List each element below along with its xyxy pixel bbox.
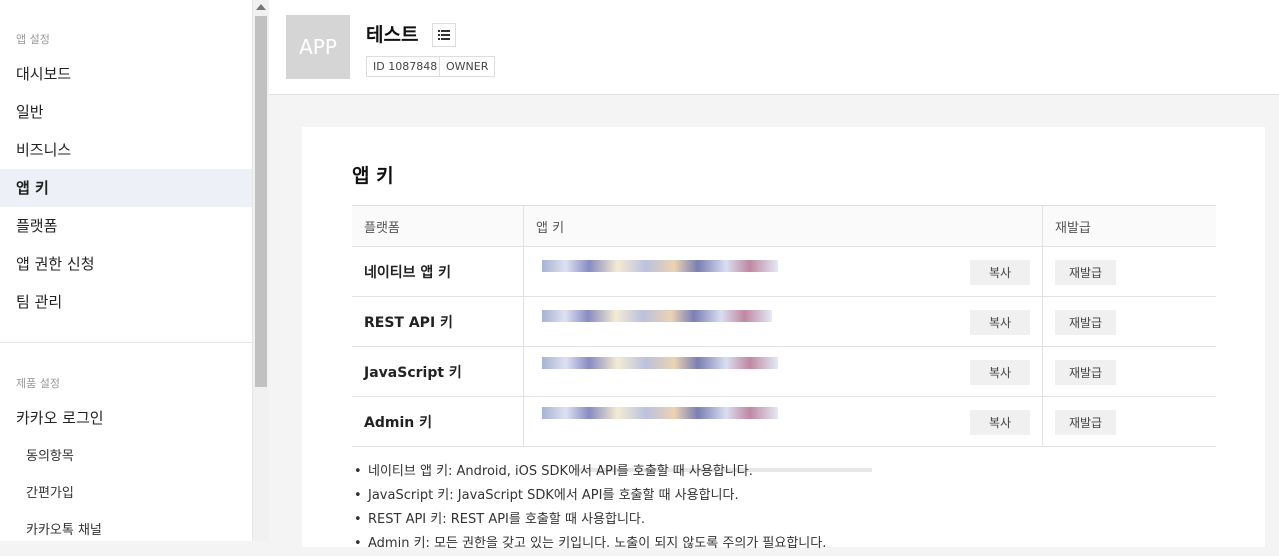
sidebar-subitem-consent[interactable]: 동의항목 [0,438,252,475]
role-badge: OWNER [439,56,496,77]
key-usage-notes: 네이티브 앱 키: Android, iOS SDK에서 API를 호출할 때 … [354,460,826,556]
redacted-key [542,407,778,419]
sidebar-scrollbar[interactable] [253,0,269,541]
sidebar-item-app-keys[interactable]: 앱 키 [0,169,252,207]
app-id-badge: ID 1087848 [366,56,445,77]
sidebar-item-platform[interactable]: 플랫폼 [0,207,252,245]
copy-button[interactable]: 복사 [970,410,1030,435]
app-key-cell [524,297,1043,346]
sidebar-item-dashboard[interactable]: 대시보드 [0,55,252,93]
app-header: APP 테스트 ID 1087848 OWNER [269,0,1279,95]
sidebar-item-business[interactable]: 비즈니스 [0,131,252,169]
reissue-button[interactable]: 재발급 [1055,410,1116,435]
column-header-reissue: 재발급 [1055,220,1091,236]
sidebar-subitem-kakaotalk-channel[interactable]: 카카오톡 채널 [0,512,252,541]
column-header-app-key: 앱 키 [524,206,1043,246]
app-thumbnail: APP [286,15,350,79]
sidebar-subitem-easy-signup[interactable]: 간편가입 [0,475,252,512]
note-rest-api-key: REST API 키: REST API를 호출할 때 사용합니다. [354,508,826,532]
note-admin-key: Admin 키: 모든 권한을 갖고 있는 키입니다. 노출이 되지 않도록 주… [354,532,826,556]
redacted-key [542,357,778,369]
app-keys-table: 플랫폼 앱 키 재발급 네이티브 앱 키 복사 재발급 REST API 키 복… [352,205,1216,472]
app-key-cell [524,347,1043,396]
table-row: Admin 키 복사 재발급 [352,397,1216,447]
note-native-key: 네이티브 앱 키: Android, iOS SDK에서 API를 호출할 때 … [354,460,826,484]
reissue-button[interactable]: 재발급 [1055,260,1116,285]
note-javascript-key: JavaScript 키: JavaScript SDK에서 API를 호출할 … [354,484,826,508]
page-title: 앱 키 [352,165,394,187]
app-keys-card: 앱 키 플랫폼 앱 키 재발급 네이티브 앱 키 복사 재발급 REST API… [302,127,1265,556]
reissue-button[interactable]: 재발급 [1055,310,1116,335]
table-row: JavaScript 키 복사 재발급 [352,347,1216,397]
sidebar-item-kakao-login[interactable]: 카카오 로그인 [0,399,252,437]
redacted-key [542,310,772,322]
app-key-cell [524,247,1043,296]
sidebar-divider [0,342,252,343]
scrollbar-thumb[interactable] [255,16,267,387]
sidebar-section-app-settings: 앱 설정 [16,33,50,46]
table-row: 네이티브 앱 키 복사 재발급 [352,247,1216,297]
column-header-platform: 플랫폼 [352,206,524,246]
copy-button[interactable]: 복사 [970,360,1030,385]
sidebar: 앱 설정 대시보드 일반 비즈니스 앱 키 플랫폼 앱 권한 신청 팀 관리 제… [0,0,253,541]
table-row: REST API 키 복사 재발급 [352,297,1216,347]
sidebar-section-product-settings: 제품 설정 [16,377,60,390]
platform-javascript: JavaScript 키 [352,347,524,396]
copy-button[interactable]: 복사 [970,310,1030,335]
platform-native: 네이티브 앱 키 [352,247,524,296]
app-key-cell [524,397,1043,446]
copy-button[interactable]: 복사 [970,260,1030,285]
app-name: 테스트 [366,24,419,46]
sidebar-item-app-permissions[interactable]: 앱 권한 신청 [0,245,252,283]
table-header-row: 플랫폼 앱 키 재발급 [352,206,1216,247]
app-list-button[interactable] [432,23,456,47]
sidebar-item-general[interactable]: 일반 [0,93,252,131]
reissue-button[interactable]: 재발급 [1055,360,1116,385]
platform-rest-api: REST API 키 [352,297,524,346]
scroll-up-arrow-icon[interactable] [256,4,266,10]
redacted-key [542,260,778,272]
platform-admin: Admin 키 [352,397,524,446]
sidebar-item-team[interactable]: 팀 관리 [0,283,252,321]
list-icon [438,30,450,40]
